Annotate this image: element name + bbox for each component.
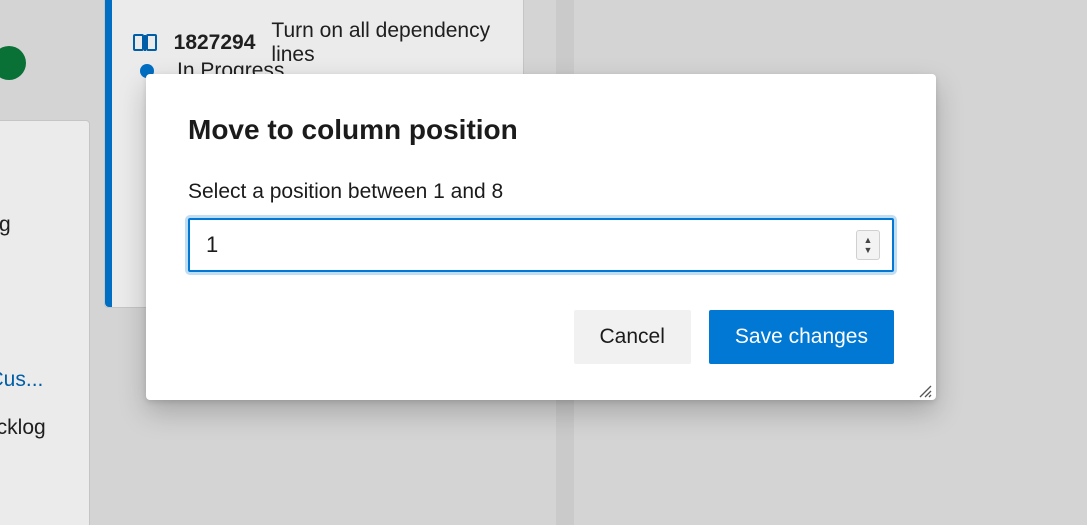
position-field-label: Select a position between 1 and 8: [188, 180, 894, 204]
chevron-up-icon[interactable]: [864, 235, 873, 245]
position-input-wrap: [188, 218, 894, 272]
dialog-actions: Cancel Save changes: [188, 310, 894, 364]
chevron-down-icon[interactable]: [864, 245, 873, 255]
position-input[interactable]: [188, 218, 894, 272]
work-item-id: 1827294: [174, 31, 256, 55]
left-panel-link: b Cus...: [0, 362, 77, 398]
save-button[interactable]: Save changes: [709, 310, 894, 364]
move-position-dialog: Move to column position Select a positio…: [146, 74, 936, 400]
number-stepper[interactable]: [856, 230, 880, 260]
left-panel: ry ning b Cus... Backlog: [0, 120, 90, 525]
left-panel-text: Backlog: [0, 410, 77, 446]
cancel-button[interactable]: Cancel: [574, 310, 691, 364]
dialog-title: Move to column position: [188, 114, 894, 146]
resize-handle-icon[interactable]: [916, 382, 932, 398]
left-panel-text: ry: [0, 171, 77, 207]
left-panel-text: ning: [0, 207, 77, 243]
avatar: [0, 46, 26, 80]
book-icon: [133, 33, 158, 53]
card-accent: [105, 0, 112, 307]
